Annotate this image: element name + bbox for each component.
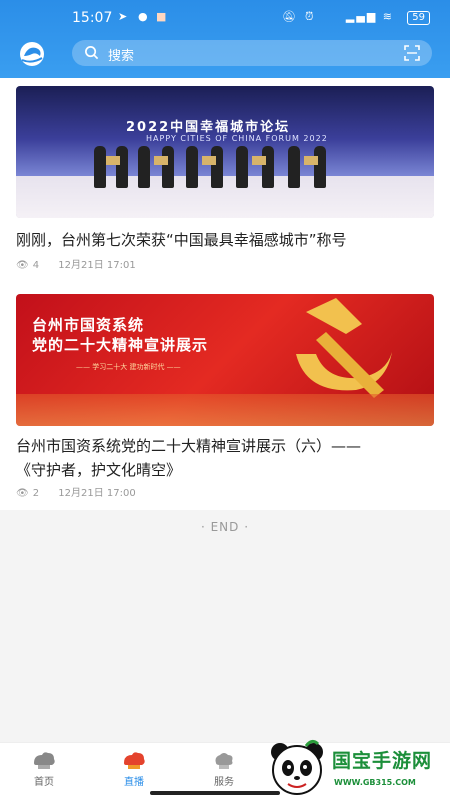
alarm-icon: ⏰︎ — [305, 10, 314, 23]
watermark-text: 国宝手游网 — [332, 750, 433, 772]
article-meta: 👁︎ 2 12月21日 17:00 — [16, 484, 136, 499]
view-count: 2 — [32, 488, 40, 499]
tab-live[interactable]: 直播 — [104, 749, 164, 788]
tab-service[interactable]: 服务 — [194, 749, 254, 788]
article-title-line: 《守护者，护文化晴空》 — [16, 461, 182, 479]
image-skyline — [16, 394, 434, 426]
tab-label: 首页 — [34, 777, 54, 788]
status-bar: 15:07 ➤ ● ■ 🔕︎ ⏰︎ ▂▄▆ ≋ 59 — [0, 8, 450, 28]
search-icon — [85, 46, 99, 60]
app-notification-icon: ● — [138, 10, 148, 23]
image-slogan: —— 学习二十大 建功新时代 —— — [76, 363, 181, 371]
mute-icon: 🔕︎ — [282, 10, 296, 23]
home-icon — [34, 752, 55, 769]
status-time: 15:07 — [72, 10, 113, 26]
search-placeholder: 搜索 — [108, 49, 135, 64]
image-caption: 党的二十大精神宣讲展示 — [32, 336, 209, 354]
search-bar[interactable]: 搜索 — [72, 40, 432, 66]
app-logo-icon[interactable] — [14, 40, 50, 68]
article-title-line: 台州市国资系统党的二十大精神宣讲展示（六）—— — [16, 437, 362, 455]
article-image[interactable]: 台州市国资系统 党的二十大精神宣讲展示 —— 学习二十大 建功新时代 —— — [16, 294, 434, 426]
party-emblem-icon — [296, 298, 392, 398]
tab-home[interactable]: 首页 — [14, 749, 74, 788]
signal-icon: ▂▄▆ ≋ — [345, 10, 394, 23]
article-list: 2022中国幸福城市论坛 HAPPY CITIES OF CHINA FORUM… — [0, 78, 450, 510]
battery-icon: 59 — [407, 11, 430, 25]
end-marker: · END · — [200, 520, 250, 534]
article-card[interactable]: 台州市国资系统 党的二十大精神宣讲展示 —— 学习二十大 建功新时代 —— 台州… — [16, 78, 434, 508]
tab-label: 直播 — [124, 777, 144, 788]
tab-label: 服务 — [214, 777, 234, 788]
mail-icon: ■ — [156, 10, 167, 23]
scan-icon[interactable] — [404, 45, 420, 61]
article-title[interactable]: 台州市国资系统党的二十大精神宣讲展示（六）—— 《守护者，护文化晴空》 — [16, 434, 361, 482]
live-icon — [124, 752, 145, 769]
image-caption: 台州市国资系统 — [32, 316, 145, 334]
home-indicator[interactable] — [150, 791, 280, 795]
watermark-url: WWW.GB315.COM — [334, 778, 416, 787]
service-icon — [215, 753, 233, 769]
site-watermark: 国宝手游网 WWW.GB315.COM — [266, 738, 450, 800]
views-icon: 👁︎ — [16, 488, 29, 499]
location-icon: ➤ — [118, 10, 128, 23]
article-date: 12月21日 17:00 — [58, 488, 136, 499]
app-header: 15:07 ➤ ● ■ 🔕︎ ⏰︎ ▂▄▆ ≋ 59 搜索 — [0, 0, 450, 78]
